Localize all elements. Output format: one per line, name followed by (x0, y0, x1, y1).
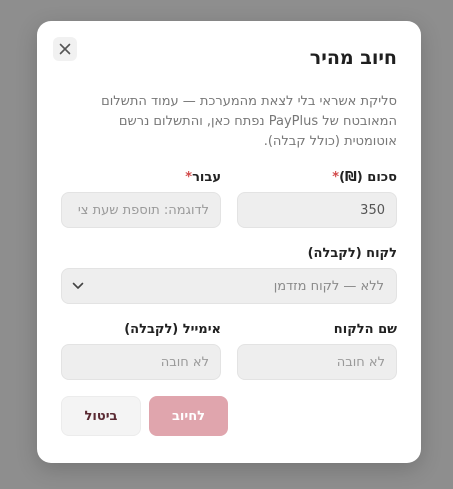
amount-label: סכום (₪)* (332, 170, 397, 185)
email-label: אימייל (לקבלה) (124, 322, 221, 337)
close-button[interactable] (53, 37, 77, 61)
charge-button[interactable]: לחיוב (149, 396, 228, 436)
customer-name-label: שם הלקוח (333, 322, 397, 337)
email-input[interactable] (61, 344, 221, 380)
quick-charge-dialog: חיוב מהיר סליקת אשראי בלי לצאת מהמערכת —… (37, 21, 421, 463)
for-label: עבור* (185, 170, 221, 185)
customer-label: לקוח (לקבלה) (307, 246, 397, 261)
chevron-down-icon (72, 282, 84, 289)
dialog-title: חיוב מהיר (309, 47, 397, 69)
for-label-text: עבור (192, 170, 221, 185)
amount-input[interactable] (237, 192, 397, 228)
customer-name-input[interactable] (237, 344, 397, 380)
close-icon (59, 43, 71, 55)
amount-label-text: סכום (₪) (339, 170, 397, 185)
customer-select[interactable]: ללא — לקוח מזדמן (61, 268, 397, 304)
customer-select-value: ללא — לקוח מזדמן (273, 278, 384, 294)
for-input[interactable] (61, 192, 221, 228)
cancel-button[interactable]: ביטול (61, 396, 141, 436)
dialog-description: סליקת אשראי בלי לצאת מהמערכת — עמוד התשל… (101, 94, 397, 149)
